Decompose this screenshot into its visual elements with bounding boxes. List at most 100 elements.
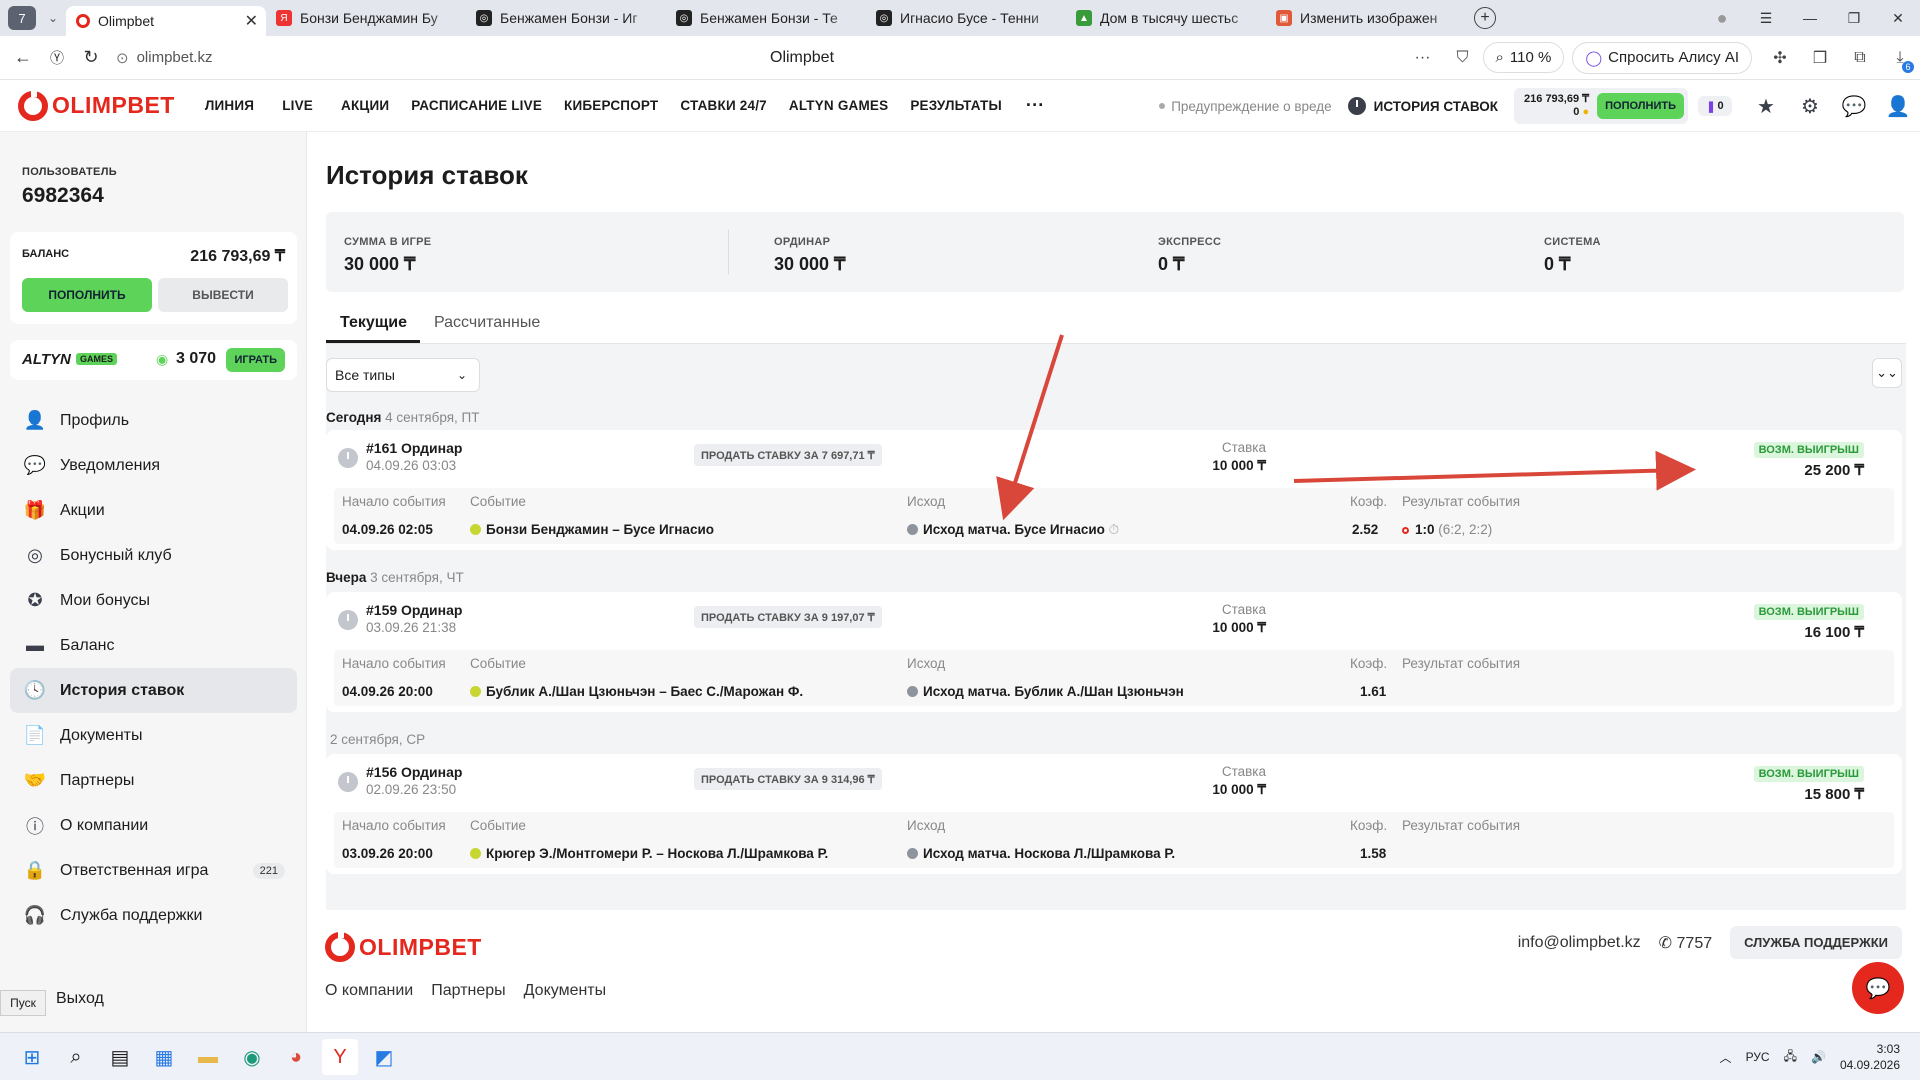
profile-avatar-icon[interactable]: ● <box>1700 8 1744 29</box>
play-button[interactable]: ИГРАТЬ <box>226 348 285 372</box>
downloads-icon[interactable]: ⤓ 6 <box>1880 49 1920 73</box>
messages-icon[interactable]: 💬 <box>1832 94 1876 119</box>
tennis-ball-icon <box>470 848 481 859</box>
bet-event-row: Начало события Событие Исход Коэф. Резул… <box>334 488 1894 544</box>
sidebar-item-label: История ставок <box>60 681 185 699</box>
app-icon[interactable]: ◩ <box>366 1039 402 1075</box>
sidebar-item-bet-history[interactable]: 🕓 История ставок <box>10 668 297 713</box>
new-tab-plus-icon[interactable]: + <box>1474 7 1496 29</box>
close-tab-icon[interactable]: ✕ <box>245 11 258 31</box>
sidebar-item-profile[interactable]: 👤 Профиль <box>10 398 297 443</box>
sidebar-item-support[interactable]: 🎧 Служба поддержки <box>10 893 297 938</box>
browser-tab[interactable]: ▣ Изменить изображение - <box>1266 3 1466 33</box>
footer-link-about[interactable]: О компании <box>325 982 413 1000</box>
collections-icon[interactable]: ❒ <box>1800 48 1840 68</box>
logout-link[interactable]: Выход <box>56 990 104 1008</box>
store-icon[interactable]: ▦ <box>146 1039 182 1075</box>
sidebar-item-notifications[interactable]: 💬 Уведомления <box>10 443 297 488</box>
volume-icon[interactable]: 🔊 <box>1811 1050 1826 1064</box>
close-window-icon[interactable]: ✕ <box>1876 10 1920 27</box>
url-field[interactable]: ⊙ olimpbet.kz <box>116 49 716 67</box>
settings-gear-icon[interactable]: ⚙ <box>1788 94 1832 119</box>
menu-item-esports[interactable]: КИБЕРСПОРТ <box>564 98 658 113</box>
support-phone[interactable]: ✆ 7757 <box>1659 933 1712 953</box>
account-user-icon[interactable]: 👤 <box>1876 94 1920 119</box>
sidebar-item-promotions[interactable]: 🎁 Акции <box>10 488 297 533</box>
footer-link-partners[interactable]: Партнеры <box>431 982 505 1000</box>
sidebar-item-bonus-club[interactable]: ◎ Бонусный клуб <box>10 533 297 578</box>
bet-history-link[interactable]: ИСТОРИЯ СТАВОК <box>1347 97 1498 115</box>
tab-list-chevron-icon[interactable]: ⌄ <box>40 6 66 30</box>
sell-bet-button[interactable]: ПРОДАТЬ СТАВКУ ЗА 9 314,96 ₸ <box>694 768 882 790</box>
menu-item-promo[interactable]: АКЦИИ <box>341 98 389 113</box>
menu-item-line[interactable]: ЛИНИЯ <box>205 98 254 113</box>
file-explorer-icon[interactable]: ▬ <box>190 1039 226 1075</box>
bet-card[interactable]: #159 Ординар 03.09.26 21:38 ПРОДАТЬ СТАВ… <box>326 592 1902 712</box>
deposit-button[interactable]: ПОПОЛНИТЬ <box>22 278 152 312</box>
minimize-icon[interactable]: — <box>1788 10 1832 26</box>
sell-bet-button[interactable]: ПРОДАТЬ СТАВКУ ЗА 7 697,71 ₸ <box>694 444 882 466</box>
chrome-icon[interactable]: ◕ <box>278 1039 314 1075</box>
browser-tab[interactable]: ◎ Бенжамен Бонзи - Игнас <box>466 3 666 33</box>
footer-link-documents[interactable]: Документы <box>524 982 606 1000</box>
translate-icon[interactable]: ⧉ <box>1840 49 1880 67</box>
ask-alice-button[interactable]: ◯ Спросить Алису AI <box>1572 41 1752 74</box>
sidebar-item-about[interactable]: ⓘ О компании <box>10 803 297 848</box>
header-deposit-button[interactable]: ПОПОЛНИТЬ <box>1597 93 1684 119</box>
harm-warning-link[interactable]: Предупреждение о вреде <box>1159 99 1332 114</box>
tray-chevron-up-icon[interactable]: ︿ <box>1720 1049 1732 1066</box>
chat-bubble-icon[interactable]: 💬 <box>1852 962 1904 1014</box>
menu-item-live[interactable]: LIVE <box>282 98 313 113</box>
sidebar-item-partners[interactable]: 🤝 Партнеры <box>10 758 297 803</box>
yandex-browser-icon[interactable]: Y <box>322 1039 358 1075</box>
olimpbet-logo[interactable]: OLIMPBET <box>18 90 175 121</box>
tab-settled[interactable]: Рассчитанные <box>434 314 540 332</box>
menu-item-bets-247[interactable]: СТАВКИ 24/7 <box>680 98 766 113</box>
browser-tab[interactable]: ◎ Игнасио Бусе - Теннис 20 <box>866 3 1066 33</box>
menu-more-icon[interactable]: ··· <box>1026 95 1045 116</box>
sidebar-item-documents[interactable]: 📄 Документы <box>10 713 297 758</box>
tab-count-button[interactable]: 7 <box>8 6 36 30</box>
withdraw-button[interactable]: ВЫВЕСТИ <box>158 278 288 312</box>
menu-item-results[interactable]: РЕЗУЛЬТАТЫ <box>910 98 1002 113</box>
task-view-icon[interactable]: ▤ <box>102 1039 138 1075</box>
bet-card[interactable]: #161 Ординар 04.09.26 03:03 ПРОДАТЬ СТАВ… <box>326 430 1902 550</box>
restore-icon[interactable]: ❐ <box>1832 10 1876 27</box>
network-icon[interactable]: 🖧 <box>1784 1047 1797 1068</box>
back-arrow-icon[interactable]: ← <box>6 47 40 68</box>
support-email[interactable]: info@olimpbet.kz <box>1518 934 1641 952</box>
menu-item-live-schedule[interactable]: РАСПИСАНИЕ LIVE <box>411 98 542 113</box>
bookmark-icon[interactable]: ⛉ <box>1443 49 1483 67</box>
reload-icon[interactable]: ↻ <box>74 47 108 68</box>
altyn-games-card[interactable]: ALTYN GAMES ◉ 3 070 ИГРАТЬ <box>10 340 297 380</box>
footer-logo[interactable]: OLIMPBET <box>325 932 482 962</box>
collapse-all-icon[interactable]: ⌄⌄ <box>1872 358 1902 388</box>
sidebar-item-my-bonuses[interactable]: ✪ Мои бонусы <box>10 578 297 623</box>
menu-icon[interactable]: ☰ <box>1744 10 1788 27</box>
search-icon[interactable]: ⌕ <box>58 1039 94 1075</box>
extensions-icon[interactable]: ✣ <box>1760 48 1800 68</box>
header-balance[interactable]: 216 793,69 ₸ 0 ● ПОПОЛНИТЬ <box>1514 88 1688 124</box>
yandex-icon[interactable]: Ⓨ <box>40 48 74 68</box>
sidebar-item-balance[interactable]: ▬ Баланс <box>10 623 297 668</box>
browser-tab[interactable]: Я Бонзи Бенджамин Бусе И <box>266 3 466 33</box>
language-indicator[interactable]: РУС <box>1746 1050 1770 1064</box>
system-clock[interactable]: 3:03 04.09.2026 <box>1840 1041 1900 1073</box>
bet-type-select[interactable]: Все типы ⌄ <box>326 358 480 392</box>
sidebar-item-responsible-gaming[interactable]: 🔒 Ответственная игра 221 <box>10 848 297 893</box>
browser-tab[interactable]: ◎ Бенжамен Бонзи - Тенни <box>666 3 866 33</box>
zoom-level-button[interactable]: ⌕ 110 % <box>1482 42 1565 73</box>
more-dots-icon[interactable]: ··· <box>1403 49 1443 67</box>
tab-current[interactable]: Текущие <box>340 314 407 332</box>
promo-badge[interactable]: ❚ 0 <box>1698 96 1732 116</box>
sell-bet-button[interactable]: ПРОДАТЬ СТАВКУ ЗА 9 197,07 ₸ <box>694 606 882 628</box>
edge-icon[interactable]: ◉ <box>234 1039 270 1075</box>
browser-tab[interactable]: ▲ Дом в тысячу шестьсот э <box>1066 3 1266 33</box>
bet-card[interactable]: #156 Ординар 02.09.26 23:50 ПРОДАТЬ СТАВ… <box>326 754 1902 874</box>
favorites-star-icon[interactable]: ★ <box>1744 94 1788 119</box>
browser-tab-olimpbet[interactable]: Olimpbet ✕ <box>66 6 266 36</box>
site-info-icon[interactable]: ⊙ <box>116 49 129 67</box>
windows-start-icon[interactable]: ⊞ <box>14 1039 50 1075</box>
support-button[interactable]: СЛУЖБА ПОДДЕРЖКИ <box>1730 926 1902 959</box>
menu-item-altyn-games[interactable]: ALTYN GAMES <box>789 98 888 113</box>
